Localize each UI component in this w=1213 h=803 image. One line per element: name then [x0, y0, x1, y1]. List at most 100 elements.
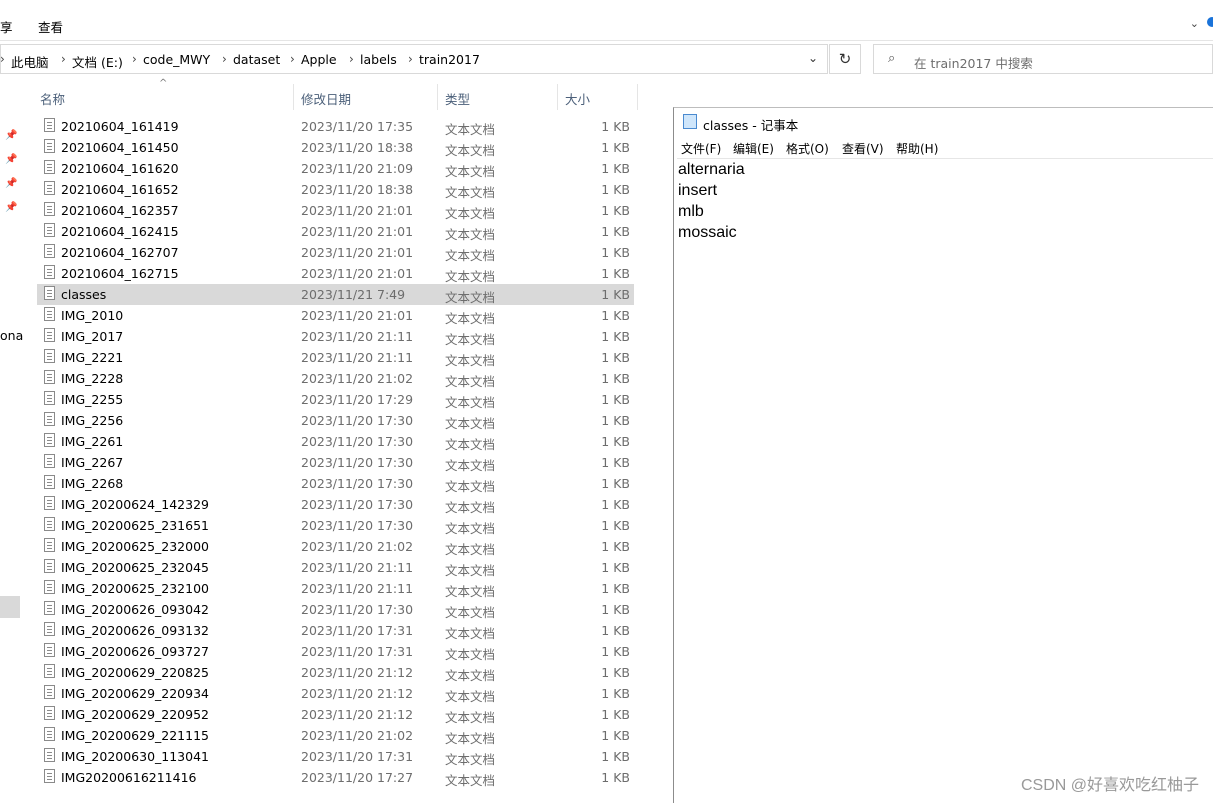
breadcrumb-item[interactable]: dataset [233, 52, 280, 67]
breadcrumb-chevron-icon[interactable]: › [408, 52, 413, 66]
breadcrumb-chevron-icon[interactable]: › [290, 52, 295, 66]
text-editor[interactable]: alternaria insert mlb mossaic [677, 158, 1213, 803]
menu-item[interactable]: 编辑(E) [733, 140, 774, 157]
file-size: 1 KB [601, 497, 630, 512]
file-name: 20210604_161652 [61, 182, 179, 197]
breadcrumb-chevron-icon[interactable]: › [61, 52, 66, 66]
file-row[interactable]: IMG_20200626_093042 2023/11/20 17:30 文本文档 1… [37, 599, 634, 620]
tab-share[interactable]: 享 [0, 17, 13, 36]
file-row[interactable]: IMG_20200624_142329 2023/11/20 17:30 文本文档 1… [37, 494, 634, 515]
file-row[interactable]: IMG_20200630_113041 2023/11/20 17:31 文本文档 1… [37, 746, 634, 767]
file-row[interactable]: IMG_20200629_221115 2023/11/20 21:02 文本文档 1… [37, 725, 634, 746]
menu-item[interactable]: 格式(O) [786, 140, 829, 157]
text-file-icon [44, 748, 55, 762]
file-name: IMG_2010 [61, 308, 124, 323]
file-row[interactable]: IMG_20200625_232045 2023/11/20 21:11 文本文档 1… [37, 557, 634, 578]
file-size: 1 KB [601, 329, 630, 344]
file-row[interactable]: IMG_2017 2023/11/20 21:11 文本文档 1 KB [37, 326, 634, 347]
text-file-icon [44, 769, 55, 783]
file-date: 2023/11/20 21:02 [301, 539, 414, 554]
file-row[interactable]: IMG_2255 2023/11/20 17:29 文本文档 1 KB [37, 389, 634, 410]
file-row[interactable]: IMG_2256 2023/11/20 17:30 文本文档 1 KB [37, 410, 634, 431]
file-name: IMG_2256 [61, 413, 124, 428]
menu-item[interactable]: 查看(V) [842, 140, 884, 157]
breadcrumb-item[interactable]: 此电脑 [11, 52, 49, 71]
chevron-down-icon[interactable]: ⌄ [808, 51, 818, 65]
address-bar[interactable] [0, 44, 828, 74]
file-row[interactable]: 20210604_162715 2023/11/20 21:01 文本文档 1 KB [37, 263, 634, 284]
breadcrumb-chevron-icon[interactable]: › [222, 52, 227, 66]
search-input[interactable]: 在 train2017 中搜索 [914, 53, 1033, 72]
pin-icon[interactable]: 📌 [5, 178, 17, 189]
column-header-type[interactable]: 类型 [445, 89, 470, 108]
file-name: IMG_2228 [61, 371, 124, 386]
column-divider[interactable] [293, 84, 294, 110]
pin-icon[interactable]: 📌 [5, 130, 17, 141]
refresh-button[interactable]: ↻ [829, 44, 861, 74]
file-row[interactable]: 20210604_161419 2023/11/20 17:35 文本文档 1 KB [37, 116, 634, 137]
file-row[interactable]: IMG_2261 2023/11/20 17:30 文本文档 1 KB [37, 431, 634, 452]
column-divider[interactable] [437, 84, 438, 110]
breadcrumb-item[interactable]: labels [360, 52, 397, 67]
tab-view[interactable]: 查看 [38, 17, 63, 36]
file-row[interactable]: IMG20200616211416 2023/11/20 17:27 文本文档 1 K… [37, 767, 634, 788]
file-size: 1 KB [601, 413, 630, 428]
file-date: 2023/11/20 21:11 [301, 560, 414, 575]
file-row[interactable]: IMG_20200629_220952 2023/11/20 21:12 文本文档 1… [37, 704, 634, 725]
breadcrumb-item[interactable]: train2017 [419, 52, 480, 67]
file-row[interactable]: 20210604_162357 2023/11/20 21:01 文本文档 1 KB [37, 200, 634, 221]
file-name: classes [61, 287, 107, 302]
file-row[interactable]: IMG_20200626_093727 2023/11/20 17:31 文本文档 1… [37, 641, 634, 662]
breadcrumb-chevron-icon[interactable]: › [349, 52, 354, 66]
file-row[interactable]: IMG_20200629_220825 2023/11/20 21:12 文本文档 1… [37, 662, 634, 683]
file-name: IMG_20200625_232000 [61, 539, 209, 554]
column-header-name[interactable]: 名称 [40, 89, 65, 108]
file-size: 1 KB [601, 518, 630, 533]
menu-item[interactable]: 文件(F) [681, 140, 721, 157]
text-file-icon [44, 244, 55, 258]
file-row[interactable]: IMG_2010 2023/11/20 21:01 文本文档 1 KB [37, 305, 634, 326]
breadcrumb-item[interactable]: code_MWY [143, 52, 210, 67]
breadcrumb-chevron-icon[interactable]: › [0, 52, 5, 66]
column-header-size[interactable]: 大小 [565, 89, 590, 108]
file-row[interactable]: 20210604_161450 2023/11/20 18:38 文本文档 1 KB [37, 137, 634, 158]
file-row[interactable]: IMG_20200625_231651 2023/11/20 17:30 文本文档 1… [37, 515, 634, 536]
breadcrumb-item[interactable]: Apple [301, 52, 337, 67]
text-file-icon [44, 643, 55, 657]
file-row[interactable]: IMG_20200625_232000 2023/11/20 21:02 文本文档 1… [37, 536, 634, 557]
help-icon[interactable] [1207, 17, 1213, 27]
column-header-date[interactable]: 修改日期 [301, 89, 351, 108]
nav-item-partial[interactable]: ona [0, 328, 23, 343]
file-row[interactable]: 20210604_162415 2023/11/20 21:01 文本文档 1 KB [37, 221, 634, 242]
breadcrumb-chevron-icon[interactable]: › [132, 52, 137, 66]
file-type: 文本文档 [445, 626, 496, 641]
column-divider[interactable] [557, 84, 558, 110]
pin-icon[interactable]: 📌 [5, 202, 17, 213]
ribbon-expand-icon[interactable]: ⌄ [1190, 17, 1199, 30]
pin-icon[interactable]: 📌 [5, 154, 17, 165]
file-row[interactable]: 20210604_161652 2023/11/20 18:38 文本文档 1 KB [37, 179, 634, 200]
file-date: 2023/11/20 17:30 [301, 602, 414, 617]
file-name: IMG_20200624_142329 [61, 497, 209, 512]
file-row[interactable]: classes 2023/11/21 7:49 文本文档 1 KB [37, 284, 634, 305]
file-row[interactable]: IMG_2221 2023/11/20 21:11 文本文档 1 KB [37, 347, 634, 368]
breadcrumb-item[interactable]: 文档 (E:) [72, 52, 123, 71]
file-type: 文本文档 [445, 374, 496, 389]
file-row[interactable]: 20210604_161620 2023/11/20 21:09 文本文档 1 KB [37, 158, 634, 179]
file-row[interactable]: IMG_2268 2023/11/20 17:30 文本文档 1 KB [37, 473, 634, 494]
file-row[interactable]: IMG_20200626_093132 2023/11/20 17:31 文本文档 1… [37, 620, 634, 641]
file-size: 1 KB [601, 371, 630, 386]
file-type: 文本文档 [445, 710, 496, 725]
nav-item-selected[interactable] [0, 596, 20, 618]
search-box[interactable]: ⌕ 在 train2017 中搜索 [873, 44, 1213, 74]
file-size: 1 KB [601, 392, 630, 407]
file-date: 2023/11/20 17:31 [301, 623, 414, 638]
file-row[interactable]: IMG_2228 2023/11/20 21:02 文本文档 1 KB [37, 368, 634, 389]
file-row[interactable]: IMG_20200625_232100 2023/11/20 21:11 文本文档 1… [37, 578, 634, 599]
file-row[interactable]: 20210604_162707 2023/11/20 21:01 文本文档 1 KB [37, 242, 634, 263]
menu-item[interactable]: 帮助(H) [896, 140, 938, 157]
file-name: IMG_2017 [61, 329, 124, 344]
file-row[interactable]: IMG_20200629_220934 2023/11/20 21:12 文本文档 1… [37, 683, 634, 704]
file-row[interactable]: IMG_2267 2023/11/20 17:30 文本文档 1 KB [37, 452, 634, 473]
column-divider[interactable] [637, 84, 638, 110]
